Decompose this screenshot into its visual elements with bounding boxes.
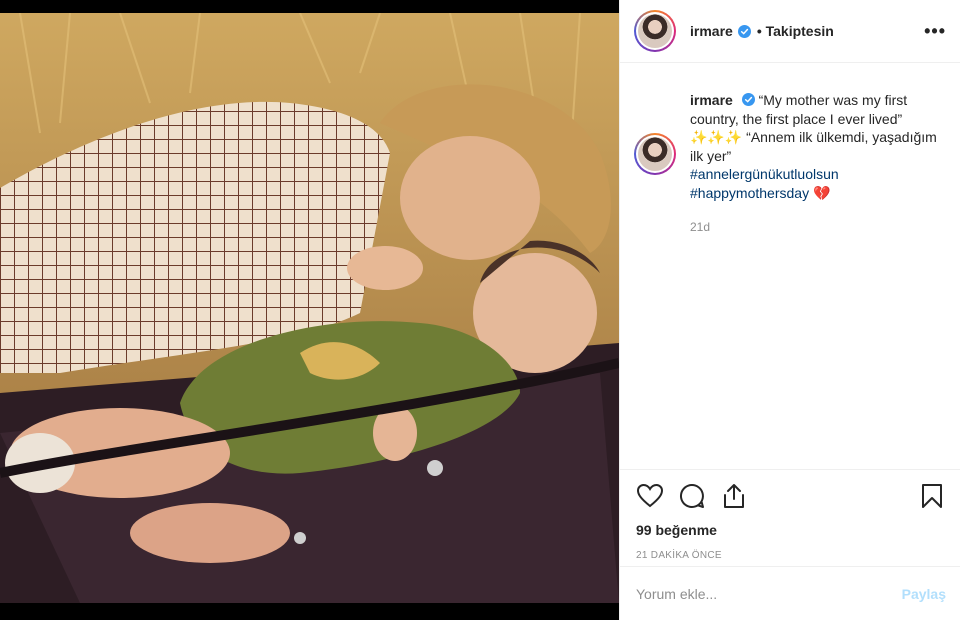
share-icon[interactable] [720, 482, 748, 510]
photo-illustration [0, 13, 619, 603]
caption-avatar[interactable] [634, 133, 676, 175]
hashtag-link[interactable]: #annelergünükutluolsun [690, 165, 940, 184]
sparkles-emoji: ✨✨✨ [690, 129, 743, 145]
post-date: 21 DAKİKA ÖNCE [636, 550, 722, 561]
post-actions: 99 beğenme 21 DAKİKA ÖNCE [620, 469, 960, 561]
verified-badge-icon [737, 24, 751, 38]
caption-username[interactable]: irmare [690, 92, 733, 108]
post-username[interactable]: irmare [690, 23, 733, 39]
post-header: irmare • Takiptesin ••• [620, 0, 960, 63]
avatar-image [638, 137, 672, 171]
avatar[interactable] [634, 10, 676, 52]
caption: irmare “My mother was my first country, … [634, 91, 946, 237]
post-photo[interactable] [0, 13, 619, 603]
comment-box: Paylaş [620, 566, 960, 620]
comment-input[interactable] [636, 585, 902, 602]
comments-section: irmare “My mother was my first country, … [620, 63, 960, 469]
hashtag-link[interactable]: #happymothersday [690, 185, 809, 201]
caption-text: irmare “My mother was my first country, … [690, 91, 940, 237]
caption-time: 21d [690, 220, 711, 234]
following-status[interactable]: • Takiptesin [757, 23, 834, 39]
action-icons [636, 480, 946, 512]
avatar-image [638, 14, 672, 48]
bookmark-icon[interactable] [918, 482, 946, 510]
verified-badge-icon [741, 93, 755, 106]
post-side-panel: irmare • Takiptesin ••• irmare “My mothe… [619, 0, 960, 620]
likes-count[interactable]: 99 beğenme [636, 522, 946, 538]
post-comment-button[interactable]: Paylaş [902, 586, 946, 602]
broken-heart-emoji: 💔 [812, 184, 831, 201]
more-horizontal-icon[interactable]: ••• [924, 21, 946, 42]
comment-icon[interactable] [678, 482, 706, 510]
post-photo-pane [0, 0, 619, 620]
heart-icon[interactable] [636, 482, 664, 510]
